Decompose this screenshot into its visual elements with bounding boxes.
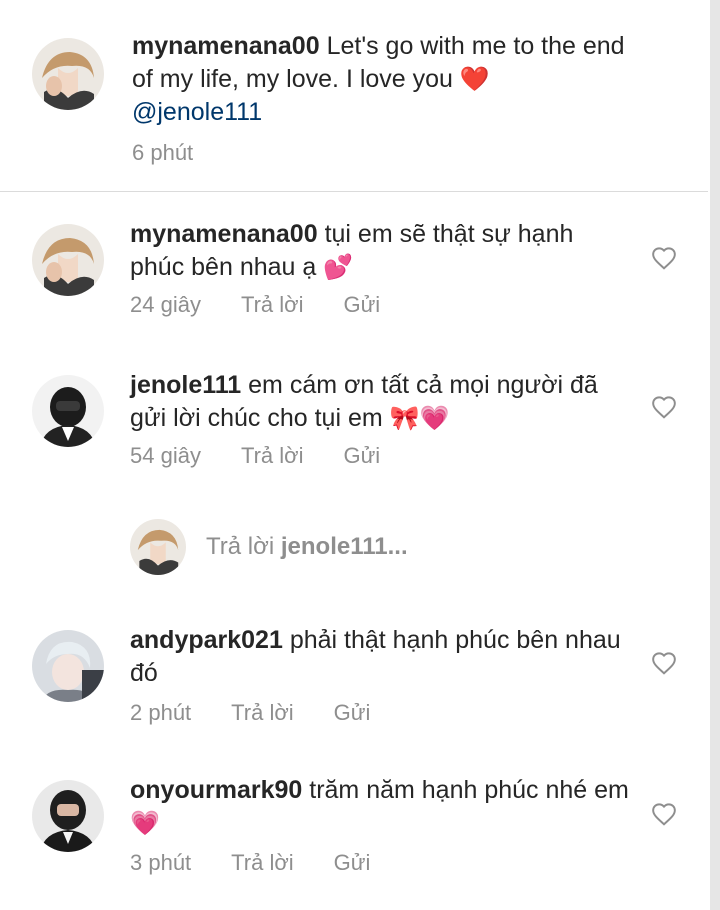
comment-item: mynamenana00 tụi em sẽ thật sự hạnh phúc… <box>0 218 708 328</box>
reply-input[interactable]: Trả lời jenole111... <box>206 533 408 561</box>
comment-item: jenole111 em cám ơn tất cả mọi người đã … <box>0 369 708 479</box>
reply-button[interactable]: Trả lời <box>241 292 304 318</box>
caption-time: 6 phút <box>132 140 194 165</box>
reply-button[interactable]: Trả lời <box>231 850 294 876</box>
comment-username[interactable]: andypark021 <box>130 626 283 654</box>
comment-time: 2 phút <box>130 700 192 725</box>
comment-item: onyourmark90 trăm năm hạnh phúc nhé em 💗… <box>0 774 708 884</box>
send-button[interactable]: Gửi <box>334 850 371 876</box>
send-button[interactable]: Gửi <box>334 700 371 726</box>
comment-emoji: 💗 <box>130 810 160 837</box>
composer-avatar <box>130 519 186 575</box>
comment-emoji: 🎀💗 <box>389 405 450 432</box>
comment-avatar[interactable] <box>32 375 104 447</box>
reply-composer[interactable]: Trả lời jenole111... <box>130 518 408 576</box>
caption-avatar[interactable] <box>32 38 104 110</box>
comment-avatar[interactable] <box>32 630 104 702</box>
heart-icon[interactable] <box>651 395 677 419</box>
comment-emoji: 💕 <box>323 254 354 281</box>
reply-prefix: Trả lời <box>206 533 275 560</box>
comment-time: 54 giây <box>130 443 201 468</box>
caption-mention[interactable]: @jenole111 <box>132 98 262 126</box>
comment-item: andypark021 phải thật hạnh phúc bên nhau… <box>0 624 708 734</box>
comment-time: 24 giây <box>130 292 201 317</box>
comment-username[interactable]: onyourmark90 <box>130 776 302 804</box>
send-button[interactable]: Gửi <box>343 443 380 469</box>
comment-time: 3 phút <box>130 850 192 875</box>
reply-target: jenole111... <box>280 533 408 560</box>
divider <box>0 191 708 192</box>
heart-icon[interactable] <box>651 246 677 270</box>
heart-emoji: ❤️ <box>459 66 490 93</box>
scrollbar[interactable] <box>710 0 720 910</box>
comment-username[interactable]: jenole111 <box>130 371 241 399</box>
heart-icon[interactable] <box>651 651 677 675</box>
reply-button[interactable]: Trả lời <box>231 700 294 726</box>
comment-avatar[interactable] <box>32 780 104 852</box>
caption-username[interactable]: mynamenana00 <box>132 32 320 60</box>
reply-button[interactable]: Trả lời <box>241 443 304 469</box>
comment-avatar[interactable] <box>32 224 104 296</box>
heart-icon[interactable] <box>651 802 677 826</box>
comment-username[interactable]: mynamenana00 <box>130 220 318 248</box>
comment-text: trăm năm hạnh phúc nhé em <box>309 776 629 804</box>
send-button[interactable]: Gửi <box>343 292 380 318</box>
